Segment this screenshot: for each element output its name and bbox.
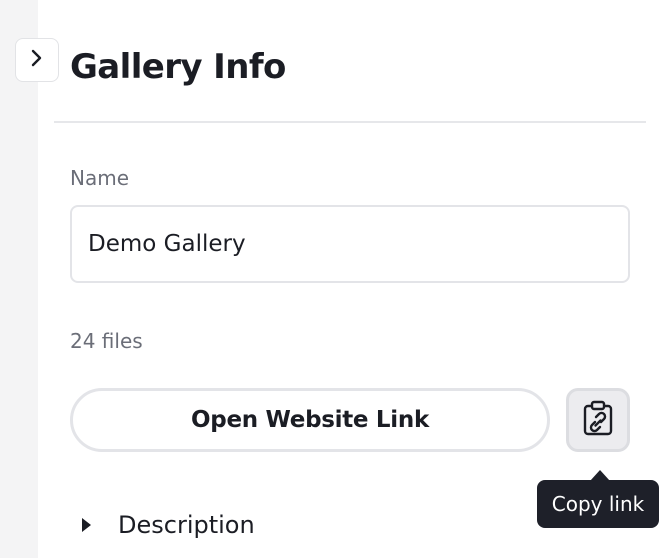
page-title: Gallery Info [70, 47, 286, 87]
side-strip [0, 0, 38, 558]
name-label: Name [70, 166, 130, 190]
file-count: 24 files [70, 329, 143, 353]
collapse-panel-button[interactable] [15, 38, 59, 82]
name-input[interactable] [70, 205, 630, 283]
open-website-link-button[interactable]: Open Website Link [70, 388, 550, 452]
title-divider [54, 121, 646, 123]
copy-link-tooltip: Copy link [537, 480, 659, 528]
clipboard-link-icon [581, 400, 615, 440]
description-label: Description [118, 511, 255, 539]
caret-right-icon [82, 518, 91, 532]
chevron-right-icon [30, 48, 44, 72]
copy-link-button[interactable] [566, 388, 630, 452]
description-toggle[interactable]: Description [78, 505, 255, 545]
